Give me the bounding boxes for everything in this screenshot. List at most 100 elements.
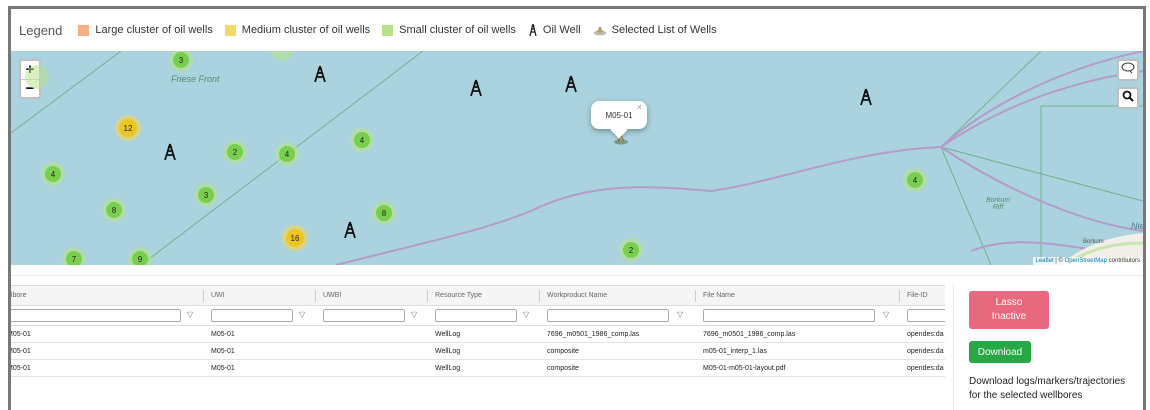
- small-cluster-marker[interactable]: 9: [128, 247, 152, 265]
- popup-close-button[interactable]: ×: [637, 102, 642, 112]
- lasso-toggle-button[interactable]: Lasso Inactive: [969, 291, 1049, 329]
- column-separator: [203, 290, 204, 302]
- oil-derrick-icon: [860, 88, 872, 106]
- column-header[interactable]: File-ID: [907, 286, 945, 305]
- filter-input[interactable]: [323, 309, 405, 322]
- legend-item-label: Medium cluster of oil wells: [241, 24, 371, 36]
- oil-derrick-icon: [314, 65, 326, 83]
- cell-file-id: opendes:da: [907, 364, 944, 372]
- cluster-count: 12: [119, 119, 137, 137]
- small-cluster-marker[interactable]: 4: [903, 168, 927, 192]
- cluster-count: 8: [376, 205, 392, 221]
- cell-uwi: M05-01: [211, 364, 235, 372]
- medium-cluster-swatch: [224, 24, 236, 36]
- small-cluster-marker[interactable]: 2: [223, 140, 247, 164]
- small-cluster-marker[interactable]: 4: [350, 128, 374, 152]
- place-label: Borkum Riff: [986, 197, 1011, 211]
- oil-well-marker[interactable]: [343, 221, 357, 244]
- map-search-button[interactable]: [1117, 87, 1139, 109]
- column-header[interactable]: Resource Type: [435, 286, 545, 305]
- cell-workproduct: 7696_m0501_1986_comp.las: [547, 330, 640, 338]
- filter-input[interactable]: [907, 309, 945, 322]
- small-cluster-marker[interactable]: 4: [275, 142, 299, 166]
- large-cluster-swatch: [78, 24, 90, 36]
- cluster-count: 2: [623, 242, 639, 258]
- lasso-icon: [1121, 61, 1135, 79]
- small-cluster-marker[interactable]: 2: [619, 238, 643, 262]
- oil-well-marker[interactable]: [859, 88, 873, 111]
- download-button[interactable]: Download: [969, 341, 1031, 363]
- filter-input[interactable]: [547, 309, 669, 322]
- oil-well-marker[interactable]: [163, 143, 177, 166]
- filter-icon[interactable]: ▽: [883, 310, 889, 319]
- oil-derrick-icon: [344, 221, 356, 239]
- oil-well-marker[interactable]: [564, 75, 578, 98]
- osm-link[interactable]: OpenStreetMap: [1065, 258, 1107, 264]
- map-legend: Legend Large cluster of oil wells Medium…: [11, 9, 1143, 51]
- legend-item-small: Small cluster of oil wells: [382, 24, 516, 36]
- cluster-count: 4: [279, 146, 295, 162]
- filter-icon[interactable]: ▽: [299, 310, 305, 319]
- cell-uwi: M05-01: [211, 347, 235, 355]
- cell-resource-type: WellLog: [435, 330, 461, 338]
- filter-input[interactable]: [11, 309, 181, 322]
- small-cluster-marker[interactable]: 4: [41, 162, 65, 186]
- lasso-button-label: Lasso: [995, 297, 1023, 308]
- small-cluster-marker[interactable]: 7: [62, 247, 86, 265]
- table-row[interactable]: M05-01 M05-01 WellLog composite m05-01_i…: [11, 343, 945, 360]
- oil-well-marker[interactable]: [313, 65, 327, 88]
- medium-cluster-marker[interactable]: 12: [115, 115, 141, 141]
- cell-file-name: 7696_m0501_1986_comp.las: [703, 330, 796, 338]
- legend-item-medium: Medium cluster of oil wells: [224, 24, 371, 36]
- filter-row: ▽ ▽ ▽ ▽ ▽ ▽: [11, 306, 945, 326]
- table-row[interactable]: M05-01 M05-01 WellLog 7696_m0501_1986_co…: [11, 326, 945, 343]
- small-cluster-marker[interactable]: 8: [372, 201, 396, 225]
- filter-icon[interactable]: ▽: [411, 310, 417, 319]
- place-label: Friese Front: [171, 74, 220, 84]
- legend-item-oil-well: Oil Well: [528, 24, 581, 36]
- cell-wellbore: M05-01: [11, 330, 31, 338]
- small-cluster-marker[interactable]: 8: [102, 198, 126, 222]
- filter-icon[interactable]: ▽: [187, 310, 193, 319]
- attribution-separator: | ©: [1053, 258, 1065, 264]
- app-frame: Legend Large cluster of oil wells Medium…: [8, 6, 1146, 410]
- filter-icon[interactable]: ▽: [677, 310, 683, 319]
- cluster-count: 4: [45, 166, 61, 182]
- medium-cluster-marker[interactable]: 16: [282, 225, 308, 251]
- filter-input[interactable]: [703, 309, 875, 322]
- column-header[interactable]: UWBI: [323, 286, 433, 305]
- cell-file-id: opendes:da: [907, 330, 944, 338]
- cell-wellbore: M05-01: [11, 364, 31, 372]
- table-grid: Wellbore UWI UWBI Resource Type Workprod…: [11, 285, 945, 377]
- oil-derrick-icon: [528, 24, 538, 36]
- column-header[interactable]: Workproduct Name: [547, 286, 697, 305]
- cluster-count: 3: [198, 187, 214, 203]
- filter-input[interactable]: [211, 309, 293, 322]
- small-cluster-marker[interactable]: [25, 65, 49, 89]
- legend-item-label: Small cluster of oil wells: [399, 24, 516, 36]
- cluster-count: 2: [227, 144, 243, 160]
- oil-well-marker[interactable]: [469, 79, 483, 102]
- column-header[interactable]: UWI: [211, 286, 321, 305]
- popup-label: M05-01: [605, 110, 633, 120]
- filter-input[interactable]: [435, 309, 517, 322]
- leaflet-link[interactable]: Leaflet: [1036, 258, 1054, 264]
- cluster-count: 9: [132, 251, 148, 265]
- table-row[interactable]: M05-01 M05-01 WellLog composite M05-01-m…: [11, 360, 945, 377]
- map-view[interactable]: + − Friese Front Borkum Riff Borkum Nie …: [11, 51, 1143, 265]
- small-cluster-marker[interactable]: 3: [194, 183, 218, 207]
- wells-table: Wellbore UWI UWBI Resource Type Workprod…: [11, 285, 945, 381]
- filter-icon[interactable]: ▽: [523, 310, 529, 319]
- cell-workproduct: composite: [547, 347, 579, 355]
- cell-wellbore: M05-01: [11, 347, 31, 355]
- small-cluster-swatch: [382, 24, 394, 36]
- download-description: Download logs/markers/trajectories for t…: [969, 376, 1126, 401]
- cluster-count: 8: [106, 202, 122, 218]
- lasso-button-state: Inactive: [991, 311, 1027, 322]
- column-header[interactable]: File Name: [703, 286, 903, 305]
- selected-wells-icon: [593, 24, 607, 36]
- cell-file-name: M05-01-m05-01-layout.pdf: [703, 364, 786, 372]
- lasso-tool-button[interactable]: [1117, 59, 1139, 81]
- column-header[interactable]: Wellbore: [11, 286, 199, 305]
- legend-item-large: Large cluster of oil wells: [78, 24, 213, 36]
